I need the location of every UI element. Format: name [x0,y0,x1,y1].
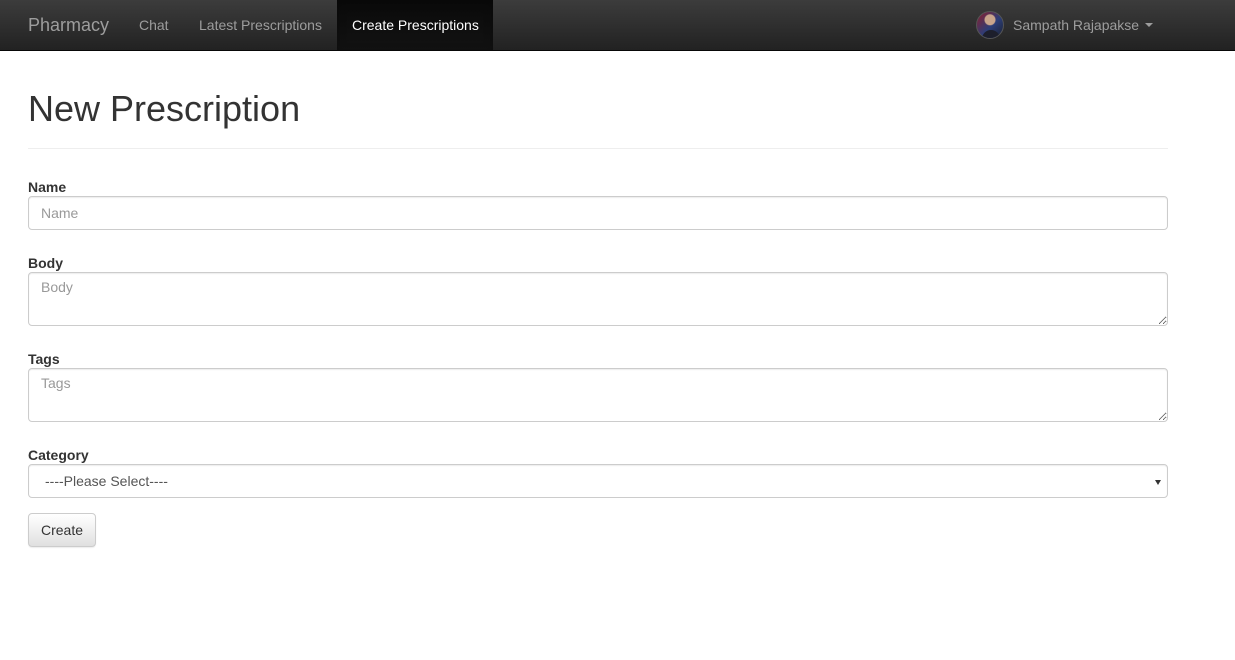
avatar-figure-icon [982,30,1000,38]
user-avatar [976,11,1004,39]
category-selected-value: ----Please Select---- [45,473,168,489]
body-textarea[interactable] [28,272,1168,326]
nav-link-create-prescriptions[interactable]: Create Prescriptions [337,0,493,50]
select-arrow-icon [1155,480,1161,485]
nav-link-latest-prescriptions[interactable]: Latest Prescriptions [184,0,337,50]
caret-down-icon [1145,23,1154,27]
create-button[interactable]: Create [28,513,96,547]
category-label: Category [28,447,89,463]
category-select[interactable]: ----Please Select---- [28,464,1168,498]
tags-textarea[interactable] [28,368,1168,422]
top-navbar: Pharmacy Chat Latest Prescriptions Creat… [0,0,1235,51]
brand-link[interactable]: Pharmacy [28,14,109,36]
name-input[interactable] [28,196,1168,230]
name-label: Name [28,179,67,195]
page-title: New Prescription [28,88,301,129]
user-name: Sampath Rajapakse [1013,17,1140,33]
nav-link-chat[interactable]: Chat [124,0,184,50]
header-divider [28,148,1168,149]
body-label: Body [28,255,63,271]
tags-label: Tags [28,351,60,367]
user-menu-dropdown[interactable]: Sampath Rajapakse [976,0,1154,50]
